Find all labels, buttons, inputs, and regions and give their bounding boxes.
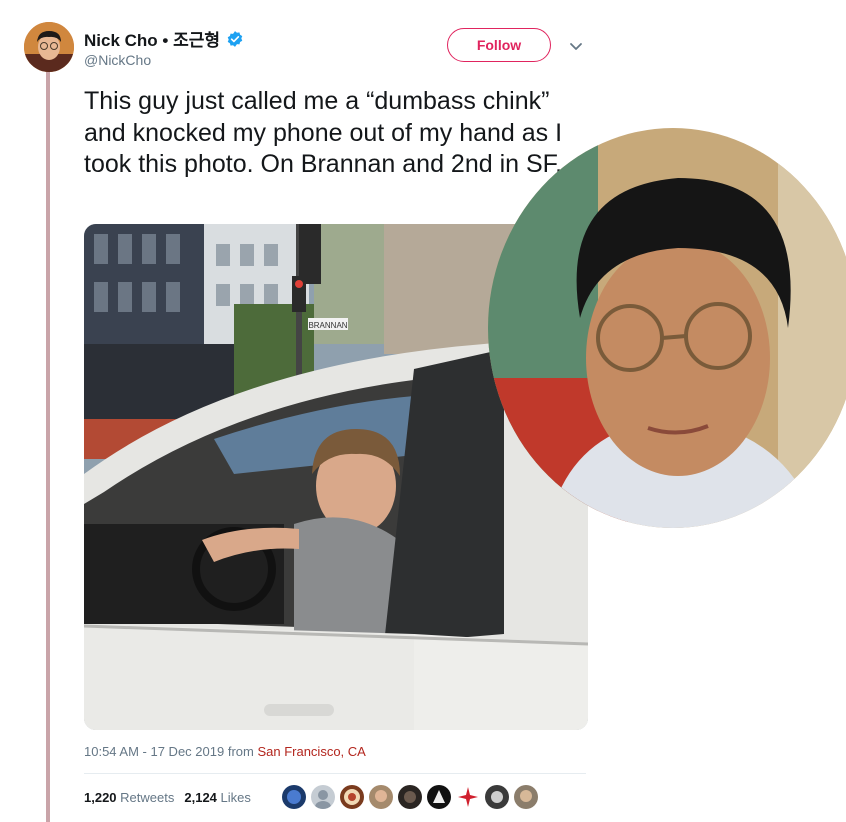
likers-avatars — [282, 785, 538, 809]
street-sign-text: BRANNAN — [308, 321, 347, 330]
author-avatar[interactable] — [24, 22, 74, 72]
follow-button[interactable]: Follow — [447, 28, 551, 62]
chevron-down-icon[interactable] — [568, 38, 584, 54]
tweet-text: This guy just called me a “dumbass chink… — [84, 87, 563, 178]
tweet-location-link[interactable]: San Francisco, CA — [257, 744, 365, 759]
author-display-name[interactable]: Nick Cho • 조근형 — [84, 26, 220, 51]
liker-avatar[interactable] — [369, 785, 393, 809]
liker-avatar[interactable] — [485, 785, 509, 809]
tweet-meta: 10:54 AM - 17 Dec 2019 from San Francisc… — [84, 744, 366, 759]
liker-avatar[interactable] — [398, 785, 422, 809]
retweets-count: 1,220 — [84, 790, 117, 805]
tweet-timestamp[interactable]: 10:54 AM - 17 Dec 2019 — [84, 744, 224, 759]
from-label: from — [227, 744, 254, 759]
author-name-row: Nick Cho • 조근형 — [84, 26, 244, 51]
liker-avatar[interactable] — [456, 785, 480, 809]
retweets-label: Retweets — [120, 790, 175, 805]
verified-badge-icon — [227, 30, 243, 47]
likes-count: 2,124 — [184, 790, 217, 805]
tweet-stats: 1,220 Retweets 2,124 Likes — [84, 790, 251, 805]
thread-line — [46, 72, 50, 822]
retweets-stat[interactable]: 1,220 Retweets — [84, 790, 174, 805]
liker-avatar[interactable] — [282, 785, 306, 809]
overlay-portrait — [488, 128, 846, 528]
liker-avatar[interactable] — [311, 785, 335, 809]
liker-avatar[interactable] — [340, 785, 364, 809]
likes-stat[interactable]: 2,124 Likes — [184, 790, 251, 805]
likes-label: Likes — [220, 790, 251, 805]
liker-avatar[interactable] — [427, 785, 451, 809]
liker-avatar[interactable] — [514, 785, 538, 809]
stats-divider — [84, 773, 586, 774]
author-handle[interactable]: @NickCho — [84, 52, 151, 68]
